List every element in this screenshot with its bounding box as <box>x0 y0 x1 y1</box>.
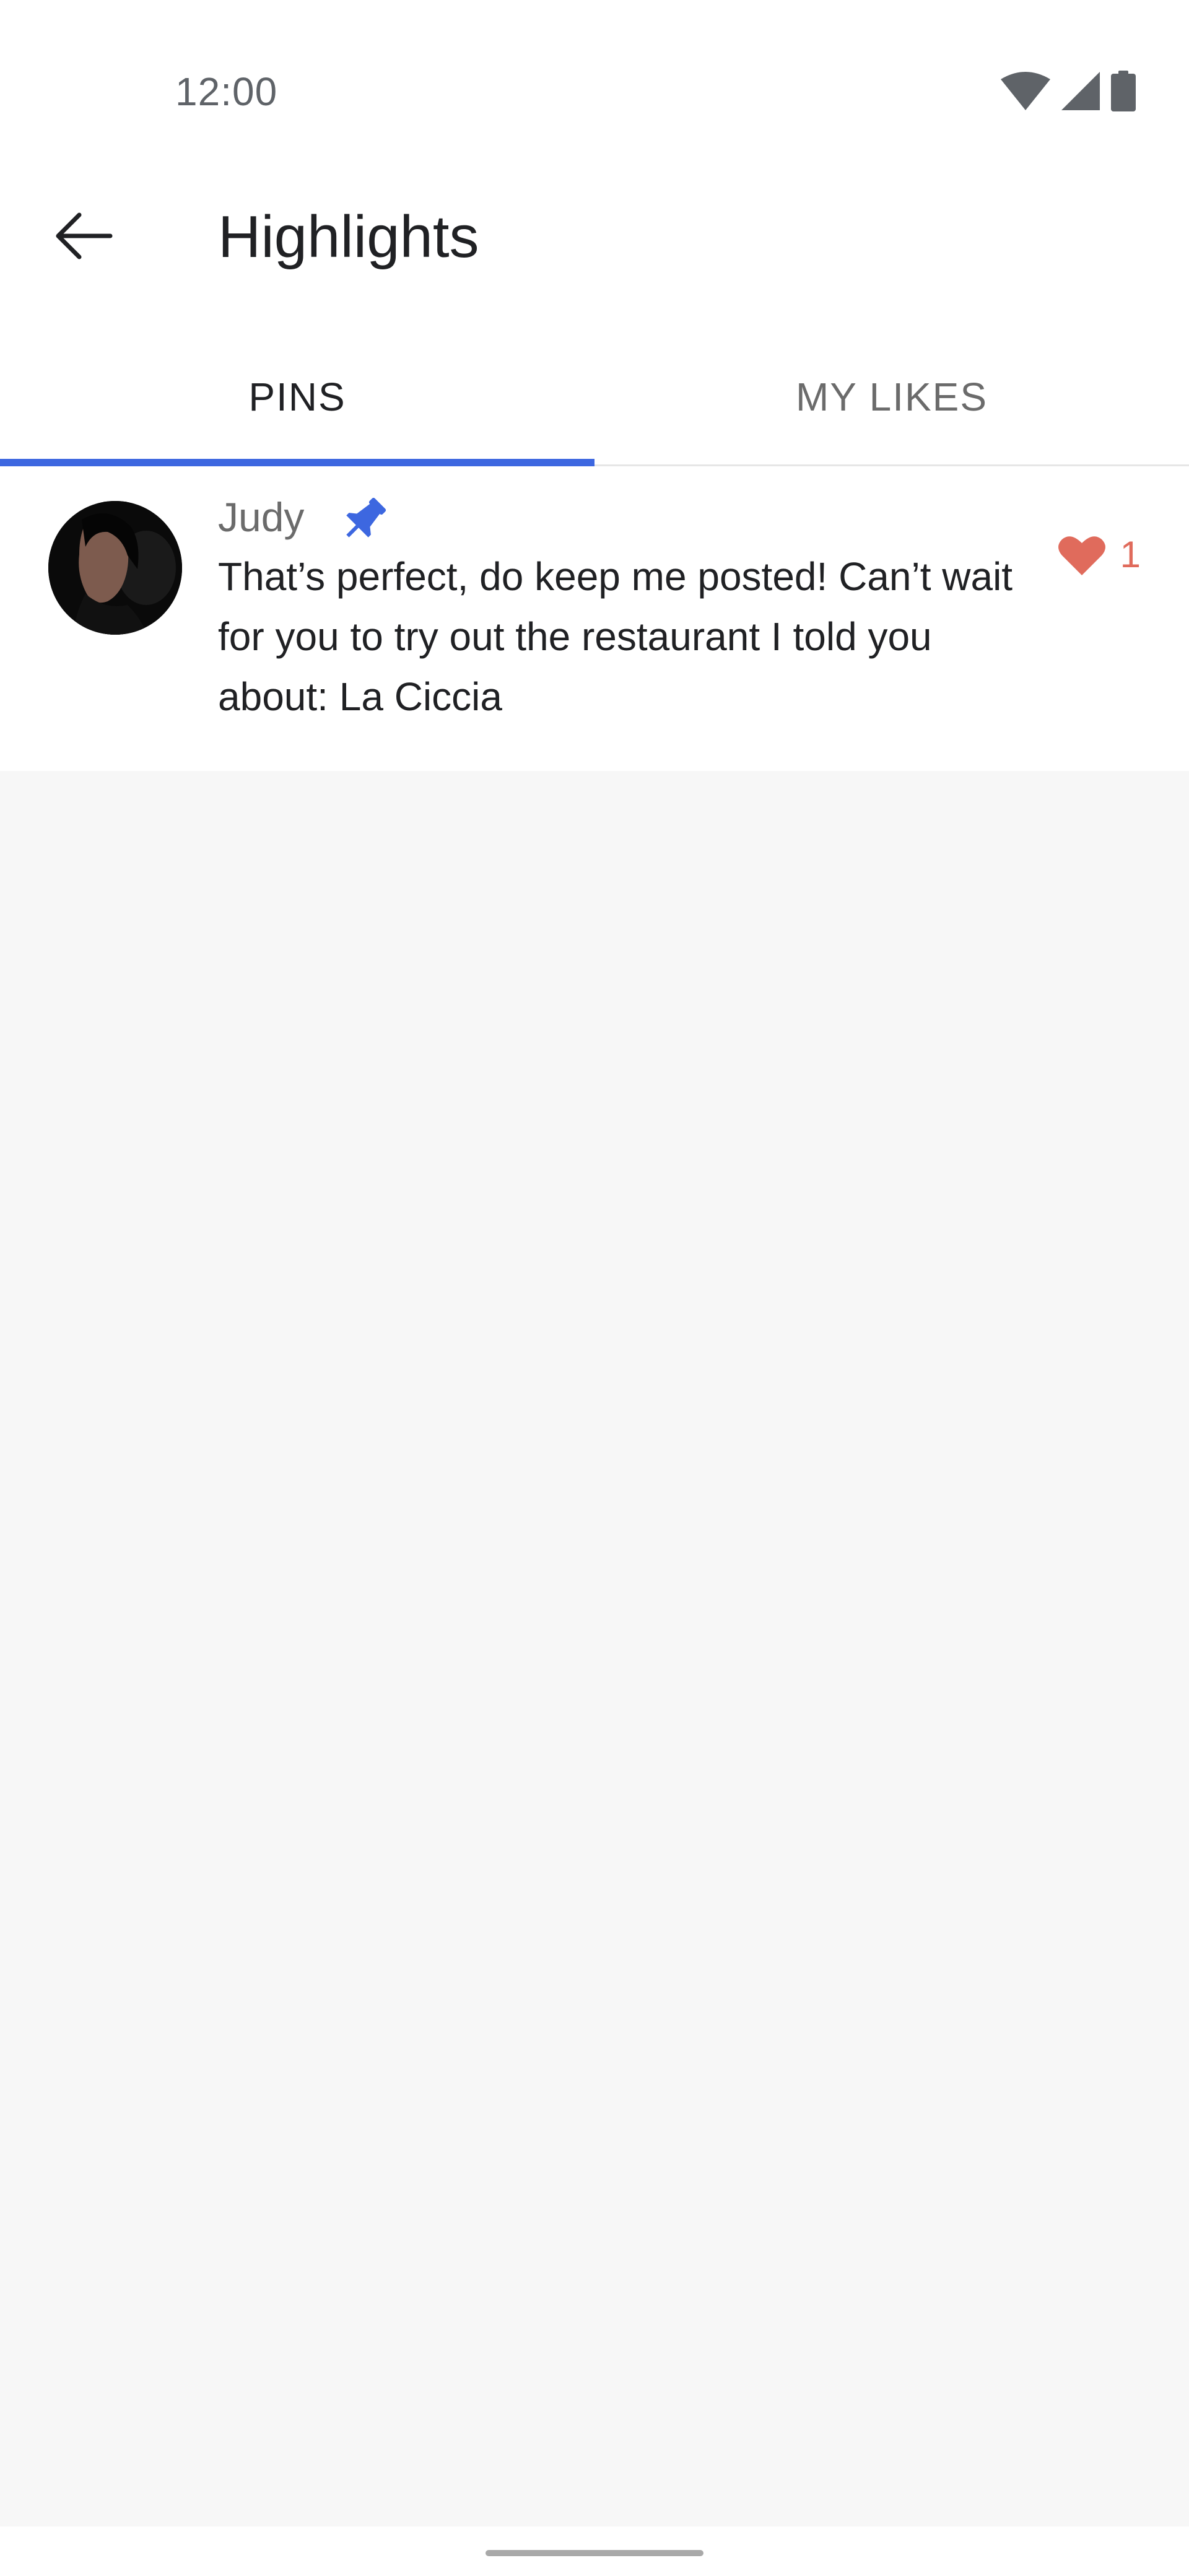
cell-signal-icon <box>1061 72 1100 110</box>
tab-indicator <box>0 459 594 466</box>
status-time: 12:00 <box>175 69 278 114</box>
tab-pins[interactable]: PINS <box>0 329 594 466</box>
avatar-image <box>48 501 182 635</box>
message-text: That’s perfect, do keep me posted! Can’t… <box>218 554 1013 719</box>
list-item[interactable]: Judy That’s perfect, do keep me posted! … <box>0 466 1189 771</box>
highlights-list: Judy That’s perfect, do keep me posted! … <box>0 466 1189 2526</box>
arrow-back-icon <box>56 212 113 259</box>
gesture-handle[interactable] <box>486 2550 703 2556</box>
back-button[interactable] <box>37 196 130 276</box>
pin-icon <box>346 497 386 537</box>
page-title: Highlights <box>218 204 479 270</box>
battery-icon <box>1111 71 1136 111</box>
like-count: 1 <box>1120 534 1141 575</box>
wifi-icon <box>1001 72 1050 110</box>
avatar[interactable] <box>48 501 182 635</box>
status-bar: 12:00 <box>0 0 1189 186</box>
tab-bar: PINS MY LIKES <box>0 329 1189 466</box>
app-bar: Highlights <box>0 186 1189 285</box>
tab-my-likes[interactable]: MY LIKES <box>594 329 1189 464</box>
heart-icon <box>1058 536 1105 575</box>
sender-name: Judy <box>218 494 305 540</box>
status-icons <box>1001 69 1136 113</box>
highlights-screen: 12:00 Highlights PINS MY LIKES Judy That… <box>0 0 1189 2576</box>
tab-pins-label: PINS <box>248 375 346 419</box>
nav-bar <box>0 2526 1189 2576</box>
tab-my-likes-label: MY LIKES <box>795 375 988 419</box>
like-button[interactable]: 1 <box>1057 533 1141 577</box>
